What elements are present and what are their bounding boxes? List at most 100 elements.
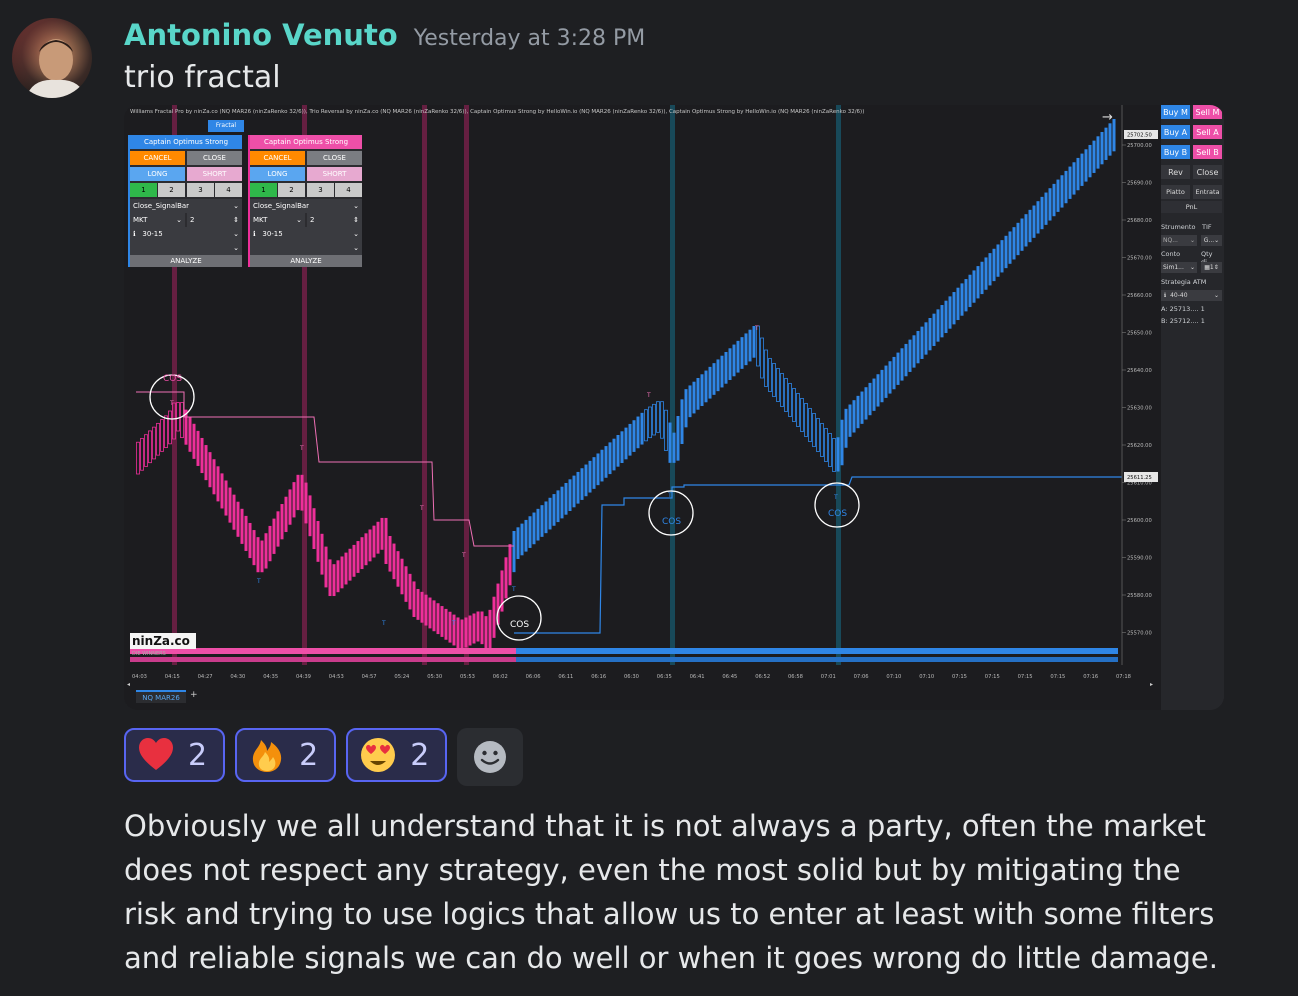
entry-button[interactable]: Entrata	[1193, 185, 1222, 199]
buy-bid-button[interactable]: Buy B	[1161, 145, 1190, 159]
close-position-button[interactable]: Close	[1193, 165, 1222, 179]
num-3-button[interactable]: 3	[307, 183, 334, 197]
sell-ask-button[interactable]: Sell A	[1193, 125, 1222, 139]
trend-strip-bull	[516, 648, 1118, 654]
author-name[interactable]: Antonino Venuto	[124, 18, 398, 52]
bull-bar	[1060, 175, 1064, 208]
stepper-icon: ⇕	[1213, 264, 1219, 271]
bull-bar	[276, 511, 280, 547]
cos-label: COS	[163, 374, 182, 384]
instrument-select[interactable]: NQ... ⌄	[1161, 235, 1197, 246]
smiley-add-icon	[474, 741, 507, 773]
qty-stepper[interactable]: ▦ 1 ⇕	[1201, 262, 1222, 273]
cancel-button[interactable]: CANCEL	[130, 151, 185, 165]
empty-select[interactable]: ⌄	[250, 241, 362, 255]
bull-bar	[680, 399, 684, 444]
long-button[interactable]: LONG	[250, 167, 305, 181]
empty-select[interactable]: ⌄	[130, 241, 242, 255]
bear-bar	[204, 445, 208, 481]
reverse-button[interactable]: Rev	[1161, 165, 1190, 179]
analyze-button[interactable]: ANALYZE	[250, 255, 362, 267]
bull-bar	[836, 437, 840, 472]
bull-bar	[1000, 240, 1004, 273]
add-reaction-button[interactable]	[457, 728, 524, 786]
bull-bar	[536, 508, 540, 541]
short-button[interactable]: SHORT	[307, 167, 362, 181]
num-4-button[interactable]: 4	[335, 183, 362, 197]
order-type-select[interactable]: MKT ⌄	[250, 213, 305, 227]
signal-band	[422, 105, 427, 665]
buy-market-button[interactable]: Buy M	[1161, 105, 1190, 119]
chevron-down-icon: ⌄	[353, 230, 359, 238]
bull-bar	[512, 531, 516, 573]
bull-bar	[972, 270, 976, 303]
bull-bar	[884, 365, 888, 398]
sell-bid-button[interactable]: Sell B	[1193, 145, 1222, 159]
num-2-button[interactable]: 2	[158, 183, 185, 197]
t-marker: T	[256, 578, 261, 585]
bull-bar	[620, 431, 624, 463]
time-label: 04:39	[296, 674, 311, 680]
account-value: Sim1...	[1163, 264, 1184, 271]
bull-bar	[356, 541, 360, 573]
buy-ask-button[interactable]: Buy A	[1161, 125, 1190, 139]
cancel-button[interactable]: CANCEL	[250, 151, 305, 165]
short-button[interactable]: SHORT	[187, 167, 242, 181]
user-avatar[interactable]	[12, 18, 92, 98]
signalbar-select[interactable]: Close_SignalBar ⌄	[250, 199, 362, 213]
num-3-button[interactable]: 3	[187, 183, 214, 197]
close-button[interactable]: CLOSE	[187, 151, 242, 165]
bear-bar	[228, 487, 232, 523]
bear-bar	[252, 530, 256, 566]
bull-bar	[280, 504, 284, 540]
bull-bar	[616, 435, 620, 467]
bull-bar	[696, 378, 700, 410]
tif-select[interactable]: G... ⌄	[1201, 235, 1222, 246]
num-1-button[interactable]: 1	[130, 183, 157, 197]
close-button[interactable]: CLOSE	[307, 151, 362, 165]
bear-bar	[432, 600, 436, 632]
bull-bar	[604, 446, 608, 478]
num-1-button[interactable]: 1	[250, 183, 277, 197]
bear-bar	[208, 452, 212, 488]
atm-strategy-select[interactable]: ℹ 40-40 ⌄	[1161, 290, 1222, 301]
chevron-down-icon: ⌄	[176, 216, 182, 224]
reaction-heart[interactable]: 2	[124, 728, 226, 782]
analyze-button[interactable]: ANALYZE	[130, 255, 242, 267]
bull-bar	[940, 305, 944, 338]
signal-band	[836, 105, 841, 665]
sell-market-button[interactable]: Sell M	[1193, 105, 1222, 119]
bull-bar	[1016, 222, 1020, 256]
order-type-select[interactable]: MKT ⌄	[130, 213, 185, 227]
num-4-button[interactable]: 4	[215, 183, 242, 197]
instrument-tab[interactable]: NQ MAR26	[136, 690, 186, 703]
time-label: 05:53	[460, 674, 475, 680]
reaction-count: 2	[299, 737, 319, 773]
bull-bar	[360, 537, 364, 570]
bull-bar	[1020, 218, 1024, 251]
fractal-tab[interactable]: Fractal	[208, 120, 244, 132]
bull-bar	[1088, 144, 1092, 178]
info-select[interactable]: ℹ 30-15 ⌄	[250, 227, 362, 241]
time-label: 05:24	[394, 674, 410, 680]
expand-arrow-icon[interactable]: →	[1102, 110, 1113, 125]
message-timestamp[interactable]: Yesterday at 3:28 PM	[414, 26, 646, 51]
qty-stepper[interactable]: 2 ⇕	[187, 213, 242, 227]
scroll-right-icon[interactable]: ▸	[1150, 681, 1153, 688]
signalbar-select[interactable]: Close_SignalBar ⌄	[130, 199, 242, 213]
reaction-heart-eyes[interactable]: 2	[346, 728, 448, 782]
qty-stepper[interactable]: 2 ⇕	[307, 213, 362, 227]
add-tab-button[interactable]: +	[190, 690, 198, 700]
long-button[interactable]: LONG	[130, 167, 185, 181]
scroll-left-icon[interactable]: ◂	[127, 681, 130, 688]
num-2-button[interactable]: 2	[278, 183, 305, 197]
panel-title: Captain Optimus Strong	[250, 135, 362, 149]
account-select[interactable]: Sim1... ⌄	[1161, 262, 1197, 273]
attached-screenshot[interactable]: T T T T T T T T T T T T COS COS COS COS 25700.00 25690.…	[124, 105, 1224, 710]
bull-bar	[1064, 170, 1068, 204]
bull-bar	[692, 381, 696, 414]
bear-bar	[312, 508, 316, 549]
reaction-fire[interactable]: 2	[235, 728, 337, 782]
flat-button[interactable]: Piatto	[1161, 185, 1190, 199]
info-select[interactable]: ℹ 30-15 ⌄	[130, 227, 242, 241]
